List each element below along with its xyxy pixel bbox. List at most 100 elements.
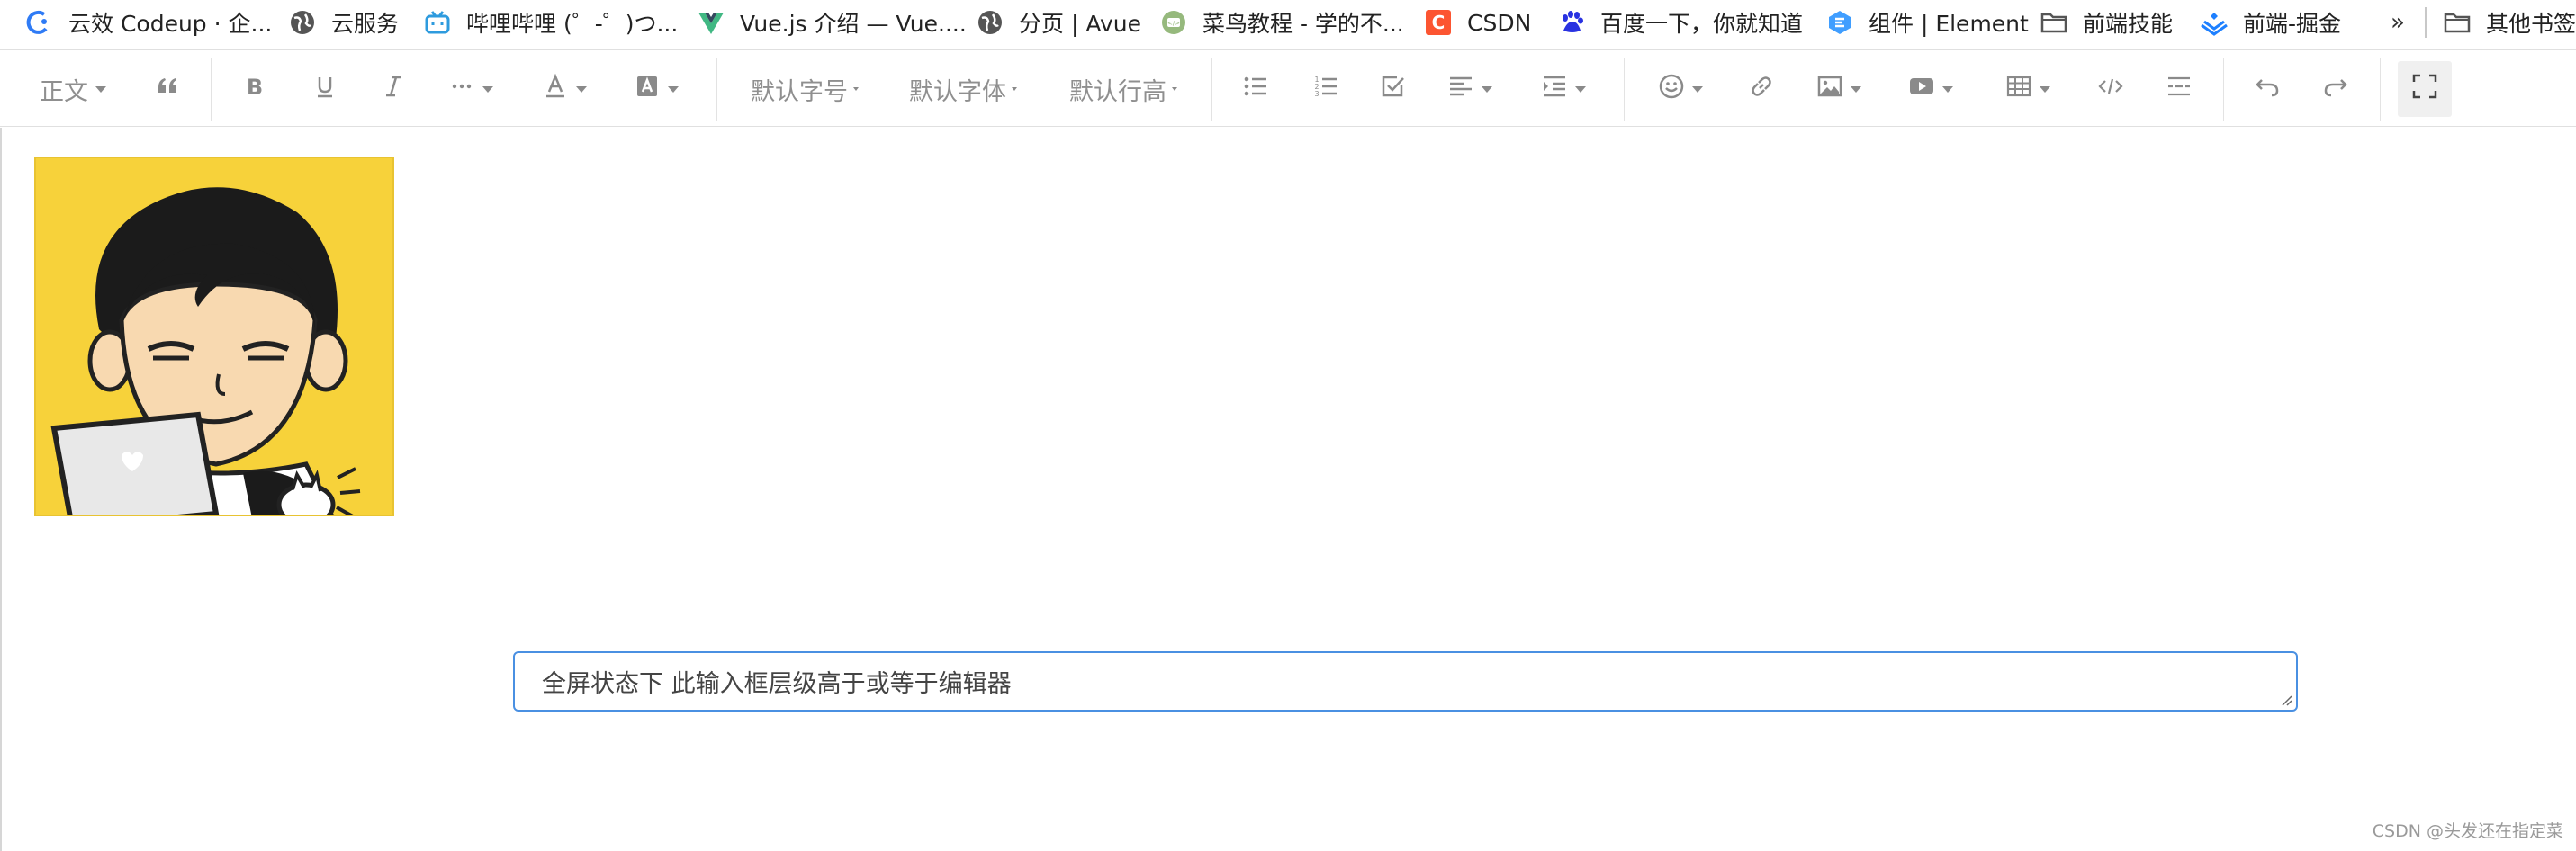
underline-button[interactable]	[301, 50, 349, 128]
code-icon	[2097, 73, 2124, 106]
chevron-down-icon	[482, 85, 493, 93]
csdn-icon: C	[1424, 8, 1453, 37]
toolbar-divider	[211, 58, 212, 121]
chevron-down-icon	[1575, 85, 1586, 93]
bookmark-cloud[interactable]: 云服务	[288, 0, 399, 45]
folder-icon	[2443, 8, 2472, 37]
numbered-list-icon: 123	[1312, 73, 1339, 106]
svg-text:3: 3	[1314, 90, 1319, 98]
redo-icon	[2322, 73, 2349, 106]
font-size-select[interactable]: 默认字号	[743, 50, 866, 128]
background-color-dropdown[interactable]	[626, 50, 686, 128]
insert-link-button[interactable]	[1737, 50, 1786, 128]
undo-button[interactable]	[2243, 50, 2292, 128]
align-left-icon	[1447, 73, 1474, 106]
bold-icon: B	[241, 73, 268, 106]
divider-button[interactable]	[2155, 50, 2203, 128]
insert-video-dropdown[interactable]	[1901, 50, 1960, 128]
globe-icon	[288, 8, 317, 37]
overlay-text-input[interactable]: 全屏状态下 此输入框层级高于或等于编辑器	[513, 651, 2298, 712]
font-family-select[interactable]: 默认字体	[902, 50, 1024, 128]
divider-icon	[2166, 73, 2193, 106]
table-icon	[2005, 73, 2032, 106]
toolbar-divider	[1211, 58, 1212, 121]
bookmark-element[interactable]: 组件 | Element	[1825, 0, 2029, 45]
chevron-down-icon	[1942, 85, 1953, 93]
toolbar-divider	[2223, 58, 2224, 121]
bookmark-avue[interactable]: 分页 | Avue	[976, 0, 1141, 45]
paragraph-style-select[interactable]: 正文	[23, 50, 122, 128]
link-icon	[1748, 73, 1775, 106]
fullscreen-icon	[2411, 73, 2438, 106]
code-block-button[interactable]	[2086, 50, 2135, 128]
underline-icon	[311, 73, 338, 106]
line-height-select[interactable]: 默认行高	[1062, 50, 1184, 128]
element-icon	[1825, 8, 1854, 37]
editor-toolbar: 正文 B 默认字号 默认字体 默认行高 123	[0, 49, 2576, 127]
justify-dropdown[interactable]	[1440, 50, 1500, 128]
todo-list-button[interactable]	[1368, 50, 1417, 128]
bookmarks-separator	[2425, 7, 2427, 38]
chevron-down-icon	[95, 85, 106, 93]
ellipsis-icon	[448, 73, 475, 106]
folder-icon	[2040, 8, 2068, 37]
bulleted-list-button[interactable]	[1231, 50, 1280, 128]
bookmark-baidu[interactable]: 百度一下，你就知道	[1557, 0, 1803, 45]
chevron-down-icon	[2040, 85, 2050, 93]
undo-icon	[2254, 73, 2281, 106]
insert-table-dropdown[interactable]	[1998, 50, 2058, 128]
indent-dropdown[interactable]	[1534, 50, 1593, 128]
font-color-dropdown[interactable]	[535, 50, 594, 128]
italic-button[interactable]	[369, 50, 418, 128]
svg-text:B: B	[247, 75, 263, 100]
resize-handle-icon[interactable]	[2280, 694, 2292, 706]
baidu-icon	[1557, 8, 1586, 37]
bookmark-bilibili[interactable]: 哔哩哔哩 (゜-゜)つ...	[423, 0, 678, 45]
runoob-icon: </>	[1159, 8, 1188, 37]
bookmark-other-bookmarks[interactable]: 其他书签	[2443, 0, 2576, 45]
chevron-down-icon	[853, 87, 859, 91]
vue-icon	[697, 8, 725, 37]
bookmark-juejin[interactable]: 前端-掘金	[2200, 0, 2341, 45]
avatar-image	[34, 157, 394, 516]
watermark: CSDN @头发还在指定菜	[2372, 821, 2563, 841]
checkbox-icon	[1379, 73, 1406, 106]
bookmark-csdn[interactable]: C CSDN	[1424, 0, 1531, 45]
insert-image-dropdown[interactable]	[1809, 50, 1869, 128]
more-styles-dropdown[interactable]	[441, 50, 500, 128]
fullscreen-button[interactable]	[2398, 61, 2452, 117]
font-color-icon	[542, 73, 569, 106]
video-icon	[1908, 73, 1935, 106]
chevron-down-icon	[576, 85, 587, 93]
chevron-down-icon	[1482, 85, 1492, 93]
bookmark-runoob[interactable]: </> 菜鸟教程 - 学的不...	[1159, 0, 1404, 45]
editor-content-area[interactable]: 全屏状态下 此输入框层级高于或等于编辑器 CSDN @头发还在指定菜	[0, 128, 2576, 851]
globe-icon	[976, 8, 1004, 37]
codeup-icon	[25, 8, 54, 37]
highlight-icon	[634, 73, 661, 106]
toolbar-divider	[716, 58, 717, 121]
numbered-list-button[interactable]: 123	[1302, 50, 1350, 128]
bookmark-folder-frontend-skills[interactable]: 前端技能	[2040, 0, 2173, 45]
toolbar-divider	[2380, 58, 2381, 121]
chevron-down-icon	[1692, 85, 1703, 93]
juejin-icon	[2200, 8, 2229, 37]
bookmark-vue[interactable]: Vue.js 介绍 — Vue....	[697, 0, 967, 45]
image-icon	[1816, 73, 1843, 106]
emotion-dropdown[interactable]	[1651, 50, 1710, 128]
blockquote-button[interactable]	[144, 50, 193, 128]
bulleted-list-icon	[1242, 73, 1269, 106]
indent-icon	[1541, 73, 1568, 106]
svg-text:</>: </>	[1167, 20, 1180, 27]
bold-button[interactable]: B	[230, 50, 279, 128]
bookmark-codeup[interactable]: 云效 Codeup · 企...	[25, 0, 272, 45]
toolbar-divider	[1624, 58, 1625, 121]
quote-icon	[155, 73, 182, 106]
bookmarks-bar: 云效 Codeup · 企... 云服务 哔哩哔哩 (゜-゜)つ... Vue.…	[0, 0, 2576, 45]
chevron-down-icon	[1012, 87, 1017, 91]
redo-button[interactable]	[2311, 50, 2360, 128]
chevron-down-icon	[1172, 87, 1177, 91]
italic-icon	[380, 73, 407, 106]
bookmarks-overflow-button[interactable]: »	[2391, 0, 2405, 45]
emoji-icon	[1658, 73, 1685, 106]
